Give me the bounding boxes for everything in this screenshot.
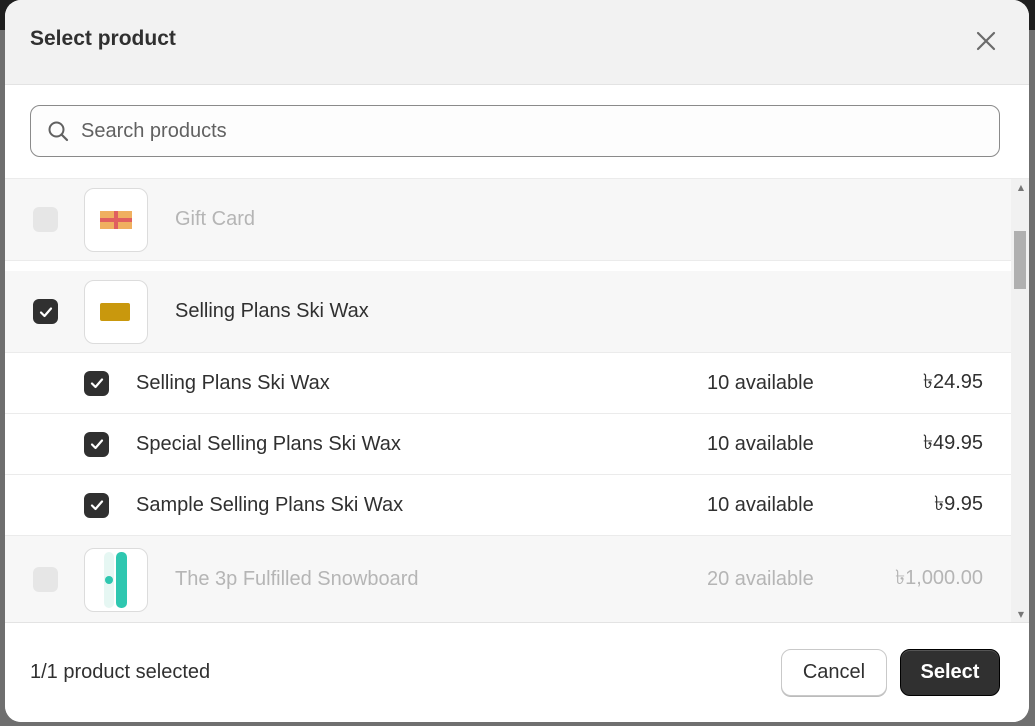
product-name: Selling Plans Ski Wax [175,300,369,322]
variant-checkbox[interactable] [84,431,109,457]
product-checkbox[interactable] [33,299,58,324]
checkmark-icon [90,439,103,450]
select-product-dialog: Select product Gift Card Selling Plans S… [5,0,1029,722]
close-icon [976,31,996,51]
variant-row[interactable]: Special Selling Plans Ski Wax 10 availab… [5,414,1011,475]
variant-price: ৳9.95 [934,492,983,515]
search-input[interactable] [81,119,961,143]
variant-price: ৳24.95 [922,370,983,393]
dialog-title: Select product [30,27,176,50]
checkmark-icon [39,306,52,317]
list-scrollbar[interactable]: ▲ ▼ [1011,179,1029,622]
product-list: Gift Card Selling Plans Ski Wax Selling … [5,178,1029,622]
product-checkbox[interactable] [33,207,58,232]
product-name: Gift Card [175,208,256,230]
cancel-button[interactable]: Cancel [781,649,887,696]
select-button[interactable]: Select [900,649,1000,696]
product-thumbnail [84,279,148,344]
dialog-footer: 1/1 product selected Cancel Select [5,622,1029,722]
gift-card-image-icon [100,210,132,229]
product-availability: 20 available [707,568,814,590]
variant-checkbox[interactable] [84,370,109,396]
product-row-gift-card[interactable]: Gift Card [5,179,1011,261]
scroll-up-arrow-icon[interactable]: ▲ [1018,183,1024,192]
variant-name: Selling Plans Ski Wax [136,371,330,394]
ski-wax-image-icon [100,302,130,321]
variant-name: Special Selling Plans Ski Wax [136,432,401,455]
search-icon [48,121,69,142]
variant-name: Sample Selling Plans Ski Wax [136,493,404,516]
checkmark-icon [90,378,103,389]
snowboard-image-icon [104,551,127,608]
product-thumbnail [84,547,148,612]
scrollbar-thumb[interactable] [1014,231,1026,289]
selection-status: 1/1 product selected [30,661,211,683]
product-row-snowboard[interactable]: The 3p Fulfilled Snowboard 20 available … [5,536,1011,622]
variant-availability: 10 available [707,371,814,394]
product-name: The 3p Fulfilled Snowboard [175,568,419,590]
close-button[interactable] [973,28,999,54]
variant-row[interactable]: Selling Plans Ski Wax 10 available ৳24.9… [5,353,1011,414]
variant-price: ৳49.95 [922,431,983,454]
variant-availability: 10 available [707,432,814,455]
scroll-down-arrow-icon[interactable]: ▼ [1018,610,1024,619]
product-thumbnail [84,187,148,252]
search-field[interactable] [30,105,1000,157]
dialog-header: Select product [5,0,1029,85]
checkmark-icon [90,500,103,511]
product-row-ski-wax[interactable]: Selling Plans Ski Wax [5,271,1011,353]
variant-availability: 10 available [707,493,814,516]
product-checkbox[interactable] [33,567,58,592]
product-price: ৳1,000.00 [895,567,983,589]
variant-checkbox[interactable] [84,492,109,518]
variant-row[interactable]: Sample Selling Plans Ski Wax 10 availabl… [5,475,1011,536]
